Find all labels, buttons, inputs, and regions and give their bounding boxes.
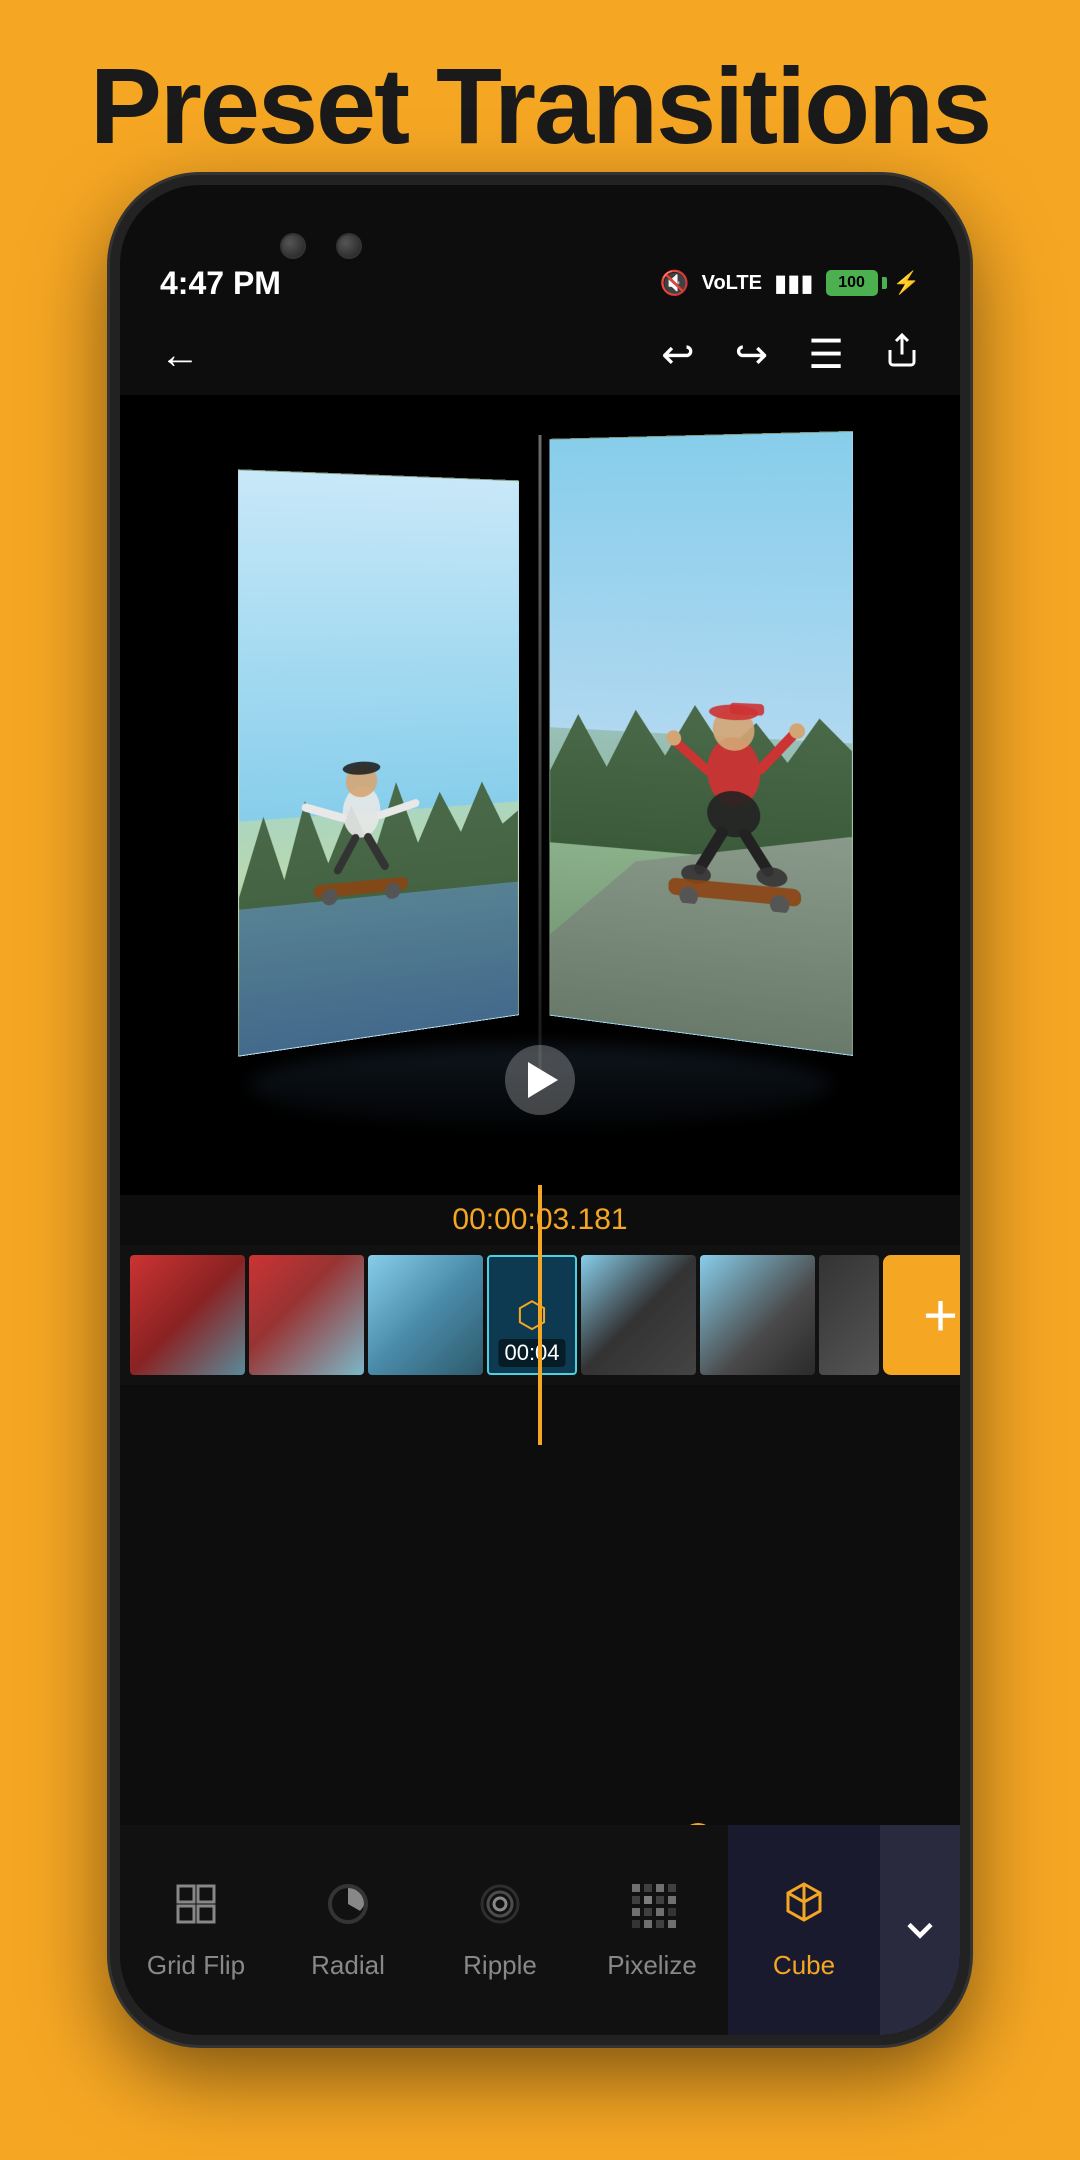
back-icon: ← <box>160 333 200 378</box>
pixelize-icon <box>628 1880 676 1940</box>
play-button[interactable] <box>505 1045 575 1115</box>
phone-screen: 4:47 PM 🔇 VoLTE ▮▮▮ 100 ⚡ ← <box>120 185 960 2035</box>
back-button[interactable]: ← <box>160 333 200 378</box>
clip-2[interactable] <box>249 1255 364 1375</box>
nav-item-cube[interactable]: Cube <box>728 1825 880 2035</box>
share-button[interactable] <box>884 332 920 378</box>
undo-button[interactable]: ↩ <box>661 332 695 378</box>
battery-tip <box>882 277 887 289</box>
battery-indicator: 100 ⚡ <box>826 270 920 296</box>
cube-edge-line <box>539 435 542 1083</box>
clip-5[interactable] <box>581 1255 696 1375</box>
empty-area <box>120 1385 960 1825</box>
toolbar-right: ↩ ↪ ☰ <box>661 332 920 378</box>
cube-icon <box>780 1880 828 1940</box>
nav-label-ripple: Ripple <box>463 1950 537 1981</box>
radial-icon <box>324 1880 372 1940</box>
phone-volume-button <box>960 535 970 615</box>
nav-item-ripple[interactable]: Ripple <box>424 1825 576 2035</box>
skater-right-figure <box>641 652 831 917</box>
camera-dot-right <box>336 233 362 259</box>
share-icon <box>884 332 920 378</box>
nav-label-pixelize: Pixelize <box>607 1950 697 1981</box>
undo-icon: ↩ <box>661 332 695 378</box>
redo-button[interactable]: ↪ <box>735 332 769 378</box>
ripple-icon <box>476 1880 524 1940</box>
clip-6[interactable] <box>700 1255 815 1375</box>
clip-time: 00:04 <box>498 1339 565 1367</box>
menu-icon: ☰ <box>808 332 844 378</box>
clip-1[interactable] <box>130 1255 245 1375</box>
status-icons: 🔇 VoLTE ▮▮▮ 100 ⚡ <box>660 269 920 298</box>
redo-icon: ↪ <box>735 332 769 378</box>
camera-area <box>280 233 362 259</box>
clip-3[interactable] <box>368 1255 483 1375</box>
cube-face-right <box>549 431 853 1056</box>
add-clip-button[interactable]: + <box>883 1255 960 1375</box>
phone-frame: 4:47 PM 🔇 VoLTE ▮▮▮ 100 ⚡ ← <box>110 175 970 2045</box>
nav-label-radial: Radial <box>311 1950 385 1981</box>
video-preview <box>120 395 960 1195</box>
page-title: Preset Transitions <box>90 43 990 168</box>
playhead-line <box>538 1185 542 1445</box>
battery-level: 100 <box>838 274 865 292</box>
grid-flip-icon <box>172 1880 220 1940</box>
camera-dot-left <box>280 233 306 259</box>
toolbar: ← ↩ ↪ ☰ <box>160 320 920 390</box>
status-time: 4:47 PM <box>160 265 281 302</box>
nav-item-grid-flip[interactable]: Grid Flip <box>120 1825 272 2035</box>
toolbar-left: ← <box>160 333 200 378</box>
plus-icon: + <box>923 1281 958 1350</box>
nav-label-grid-flip: Grid Flip <box>147 1950 245 1981</box>
nav-item-radial[interactable]: Radial <box>272 1825 424 2035</box>
status-bar: 4:47 PM 🔇 VoLTE ▮▮▮ 100 ⚡ <box>160 257 920 309</box>
nav-label-cube: Cube <box>773 1950 835 1981</box>
battery-body: 100 <box>826 270 878 296</box>
volte-icon: VoLTE <box>702 272 762 295</box>
clip-transition[interactable]: ⬡ 00:04 <box>487 1255 577 1375</box>
charging-icon: ⚡ <box>893 270 920 296</box>
signal-icon: ▮▮▮ <box>774 269 814 298</box>
clip-7[interactable] <box>819 1255 879 1375</box>
menu-button[interactable]: ☰ <box>808 332 844 378</box>
mute-icon: 🔇 <box>660 269 690 298</box>
nav-chevron[interactable] <box>880 1825 960 2035</box>
transition-icon: ⬡ <box>516 1294 547 1336</box>
cube-face-left <box>238 469 519 1057</box>
nav-item-pixelize[interactable]: Pixelize <box>576 1825 728 2035</box>
skater-left-figure <box>281 731 438 945</box>
play-icon <box>528 1062 558 1098</box>
bottom-nav: Grid Flip Radial <box>120 1825 960 2035</box>
